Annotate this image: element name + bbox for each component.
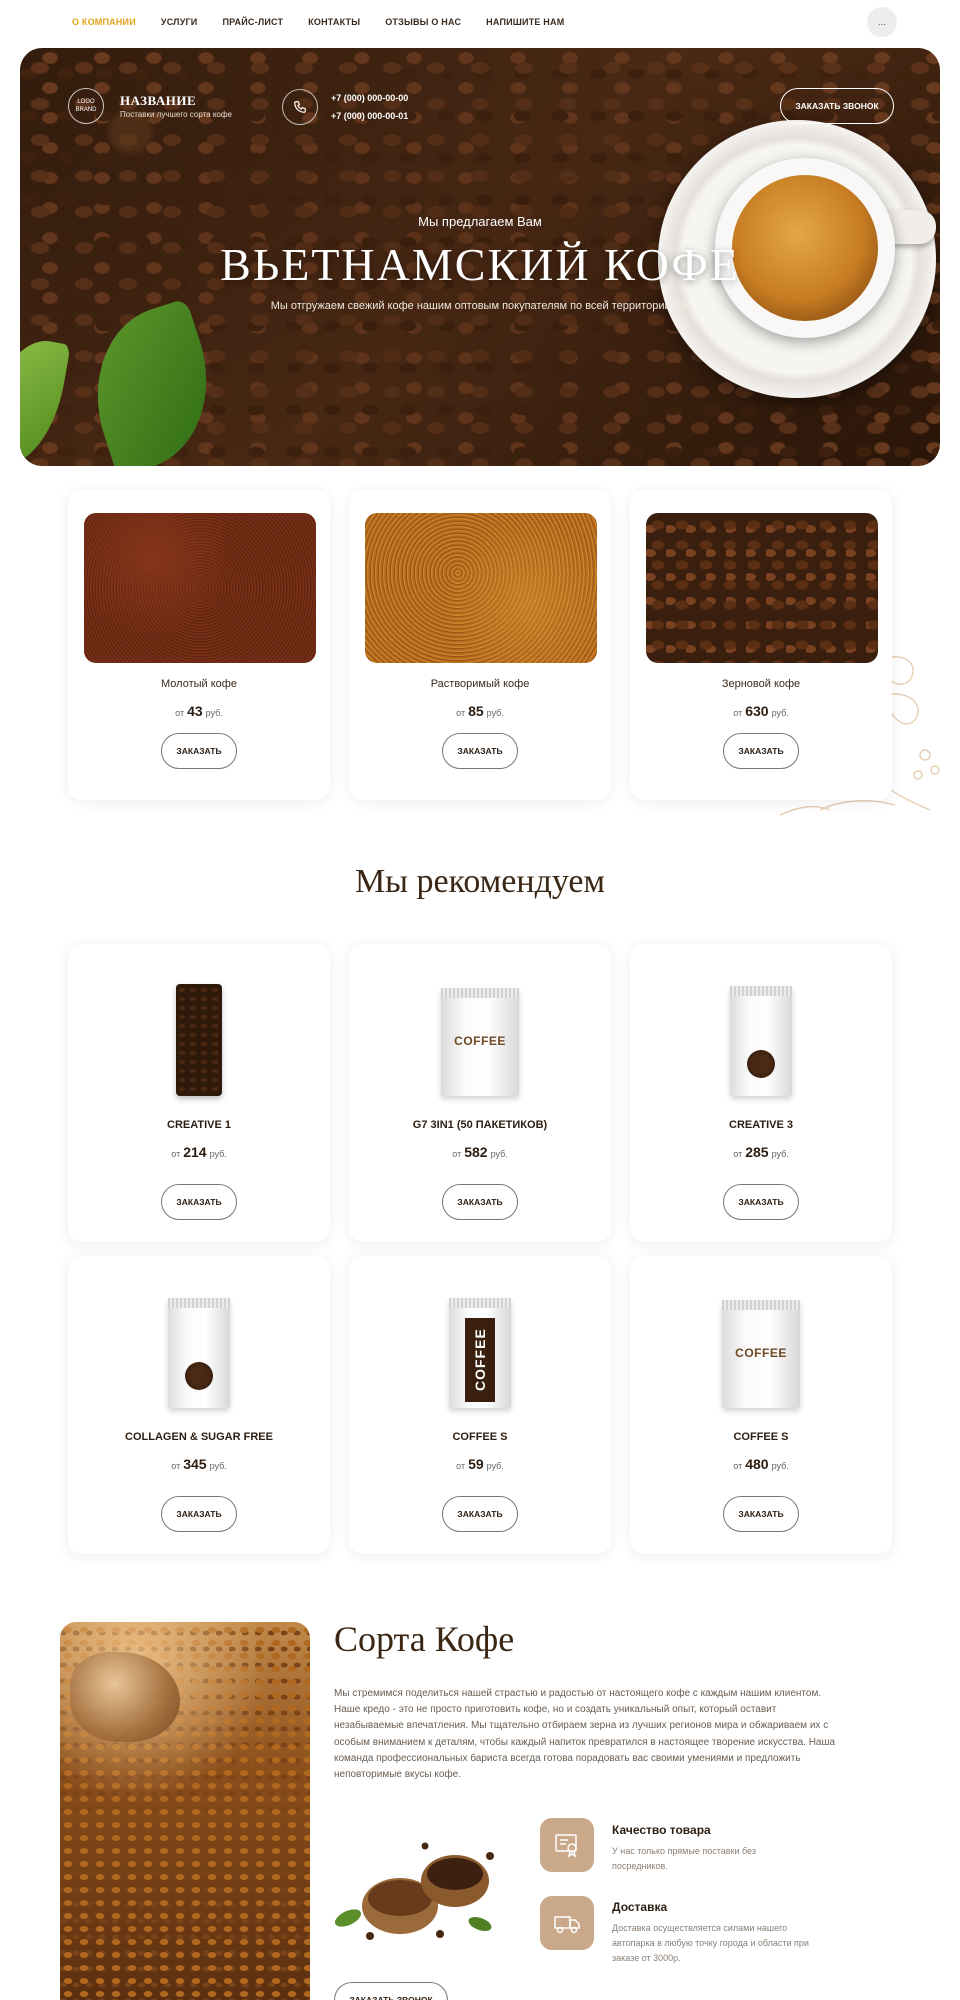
product-price: от 480 руб. [733, 1456, 789, 1472]
order-button[interactable]: ЗАКАЗАТЬ [161, 1184, 237, 1220]
hero-banner: LOGO BRAND НАЗВАНИЕ Поставки лучшего сор… [20, 48, 940, 466]
product-package-image: COFFEE [722, 1300, 800, 1408]
more-menu-button[interactable]: ... [867, 7, 897, 37]
nav-links: О КОМПАНИИ УСЛУГИ ПРАЙС-ЛИСТ КОНТАКТЫ ОТ… [72, 17, 589, 27]
product-package-image: COFFEE [449, 1298, 511, 1408]
product-card: COLLAGEN & SUGAR FREE от 345 руб. ЗАКАЗАТЬ [68, 1256, 330, 1554]
product-card: CREATIVE 3 от 285 руб. ЗАКАЗАТЬ [630, 944, 892, 1242]
order-call-button[interactable]: ЗАКАЗАТЬ ЗВОНОК [334, 1982, 448, 2000]
product-name: CREATIVE 3 [729, 1119, 793, 1131]
category-price: от 43 руб. [175, 703, 223, 719]
product-name: G7 3IN1 (50 ПАКЕТИКОВ) [412, 1119, 548, 1131]
certificate-icon [540, 1818, 594, 1872]
product-package-image [168, 1298, 230, 1408]
product-name: COLLAGEN & SUGAR FREE [125, 1431, 273, 1443]
nav-link-write-us[interactable]: НАПИШИТЕ НАМ [486, 17, 564, 27]
coffee-beans-image [646, 513, 878, 663]
order-button[interactable]: ЗАКАЗАТЬ [442, 1184, 518, 1220]
feature-title: Доставка [612, 1900, 668, 1914]
product-card: COFFEE G7 3IN1 (50 ПАКЕТИКОВ) от 582 руб. … [349, 944, 611, 1242]
category-name: Зерновой кофе [721, 678, 801, 690]
sorts-description: Мы стремимся поделиться нашей страстью и… [334, 1688, 836, 1781]
product-card: COFFEE COFFEE S от 59 руб. ЗАКАЗАТЬ [349, 1256, 611, 1554]
order-button[interactable]: ЗАКАЗАТЬ [161, 733, 237, 769]
hero-title: ВЬЕТНАМСКИЙ КОФЕ [220, 239, 740, 290]
product-price: от 582 руб. [452, 1144, 508, 1160]
brand-tagline: Поставки лучшего сорта кофе [120, 110, 232, 119]
nav-link-contacts[interactable]: КОНТАКТЫ [308, 17, 360, 27]
ground-coffee-image [84, 513, 316, 663]
instant-coffee-image [365, 513, 597, 663]
category-card-beans: Зерновой кофе от 630 руб. ЗАКАЗАТЬ [630, 490, 892, 800]
category-price: от 630 руб. [733, 703, 789, 719]
product-package-image [730, 986, 792, 1096]
order-button[interactable]: ЗАКАЗАТЬ [161, 1496, 237, 1532]
order-button[interactable]: ЗАКАЗАТЬ [723, 1496, 799, 1532]
order-button[interactable]: ЗАКАЗАТЬ [442, 1496, 518, 1532]
top-navigation: О КОМПАНИИ УСЛУГИ ПРАЙС-ЛИСТ КОНТАКТЫ ОТ… [0, 0, 960, 44]
coffee-roaster-image [60, 1622, 310, 2000]
phone-number-1[interactable]: +7 (000) 000-00-00 [331, 93, 408, 103]
nav-link-reviews[interactable]: ОТЗЫВЫ О НАС [385, 17, 461, 27]
product-card: COFFEE COFFEE S от 480 руб. ЗАКАЗАТЬ [630, 1256, 892, 1554]
category-name: Растворимый кофе [430, 678, 530, 690]
order-button[interactable]: ЗАКАЗАТЬ [723, 1184, 799, 1220]
product-name: CREATIVE 1 [167, 1119, 231, 1131]
product-card: CREATIVE 1 от 214 руб. ЗАКАЗАТЬ [68, 944, 330, 1242]
order-button[interactable]: ЗАКАЗАТЬ [442, 733, 518, 769]
product-package-image: COFFEE [441, 988, 519, 1096]
category-price: от 85 руб. [456, 703, 504, 719]
order-button[interactable]: ЗАКАЗАТЬ [723, 733, 799, 769]
product-price: от 285 руб. [733, 1144, 789, 1160]
product-package-image [176, 984, 222, 1096]
hero-subtitle: Мы отгружаем свежий кофе нашим оптовым п… [270, 300, 690, 312]
nav-link-services[interactable]: УСЛУГИ [161, 17, 198, 27]
product-price: от 345 руб. [171, 1456, 227, 1472]
brand-name: НАЗВАНИЕ [120, 93, 197, 108]
nav-link-about[interactable]: О КОМПАНИИ [72, 17, 136, 27]
hero-pretitle: Мы предлагаем Вам [418, 214, 542, 229]
feature-text: Доставка осуществляется силами нашего ав… [612, 1923, 809, 1963]
product-name: COFFEE S [733, 1431, 789, 1443]
nav-link-pricelist[interactable]: ПРАЙС-ЛИСТ [222, 17, 283, 27]
category-card-instant: Растворимый кофе от 85 руб. ЗАКАЗАТЬ [349, 490, 611, 800]
product-price: от 214 руб. [171, 1144, 227, 1160]
delivery-truck-icon [540, 1896, 594, 1950]
phone-icon [282, 89, 318, 125]
product-name: COFFEE S [452, 1431, 508, 1443]
feature-text: У нас только прямые поставки без посредн… [612, 1846, 756, 1871]
section-title-sorts: Сорта Кофе [334, 1619, 515, 1659]
product-price: от 59 руб. [456, 1456, 504, 1472]
feature-title: Качество товара [612, 1823, 711, 1837]
category-card-ground: Молотый кофе от 43 руб. ЗАКАЗАТЬ [68, 490, 330, 800]
coffee-bowls-image [334, 1842, 494, 1940]
category-name: Молотый кофе [161, 678, 237, 690]
phone-number-2[interactable]: +7 (000) 000-00-01 [331, 111, 408, 121]
logo[interactable]: LOGO BRAND [68, 88, 104, 124]
roaster-scoop-image [70, 1652, 180, 1742]
order-call-button[interactable]: ЗАКАЗАТЬ ЗВОНОК [780, 88, 894, 124]
section-title-recommend: Мы рекомендуем [354, 863, 606, 900]
